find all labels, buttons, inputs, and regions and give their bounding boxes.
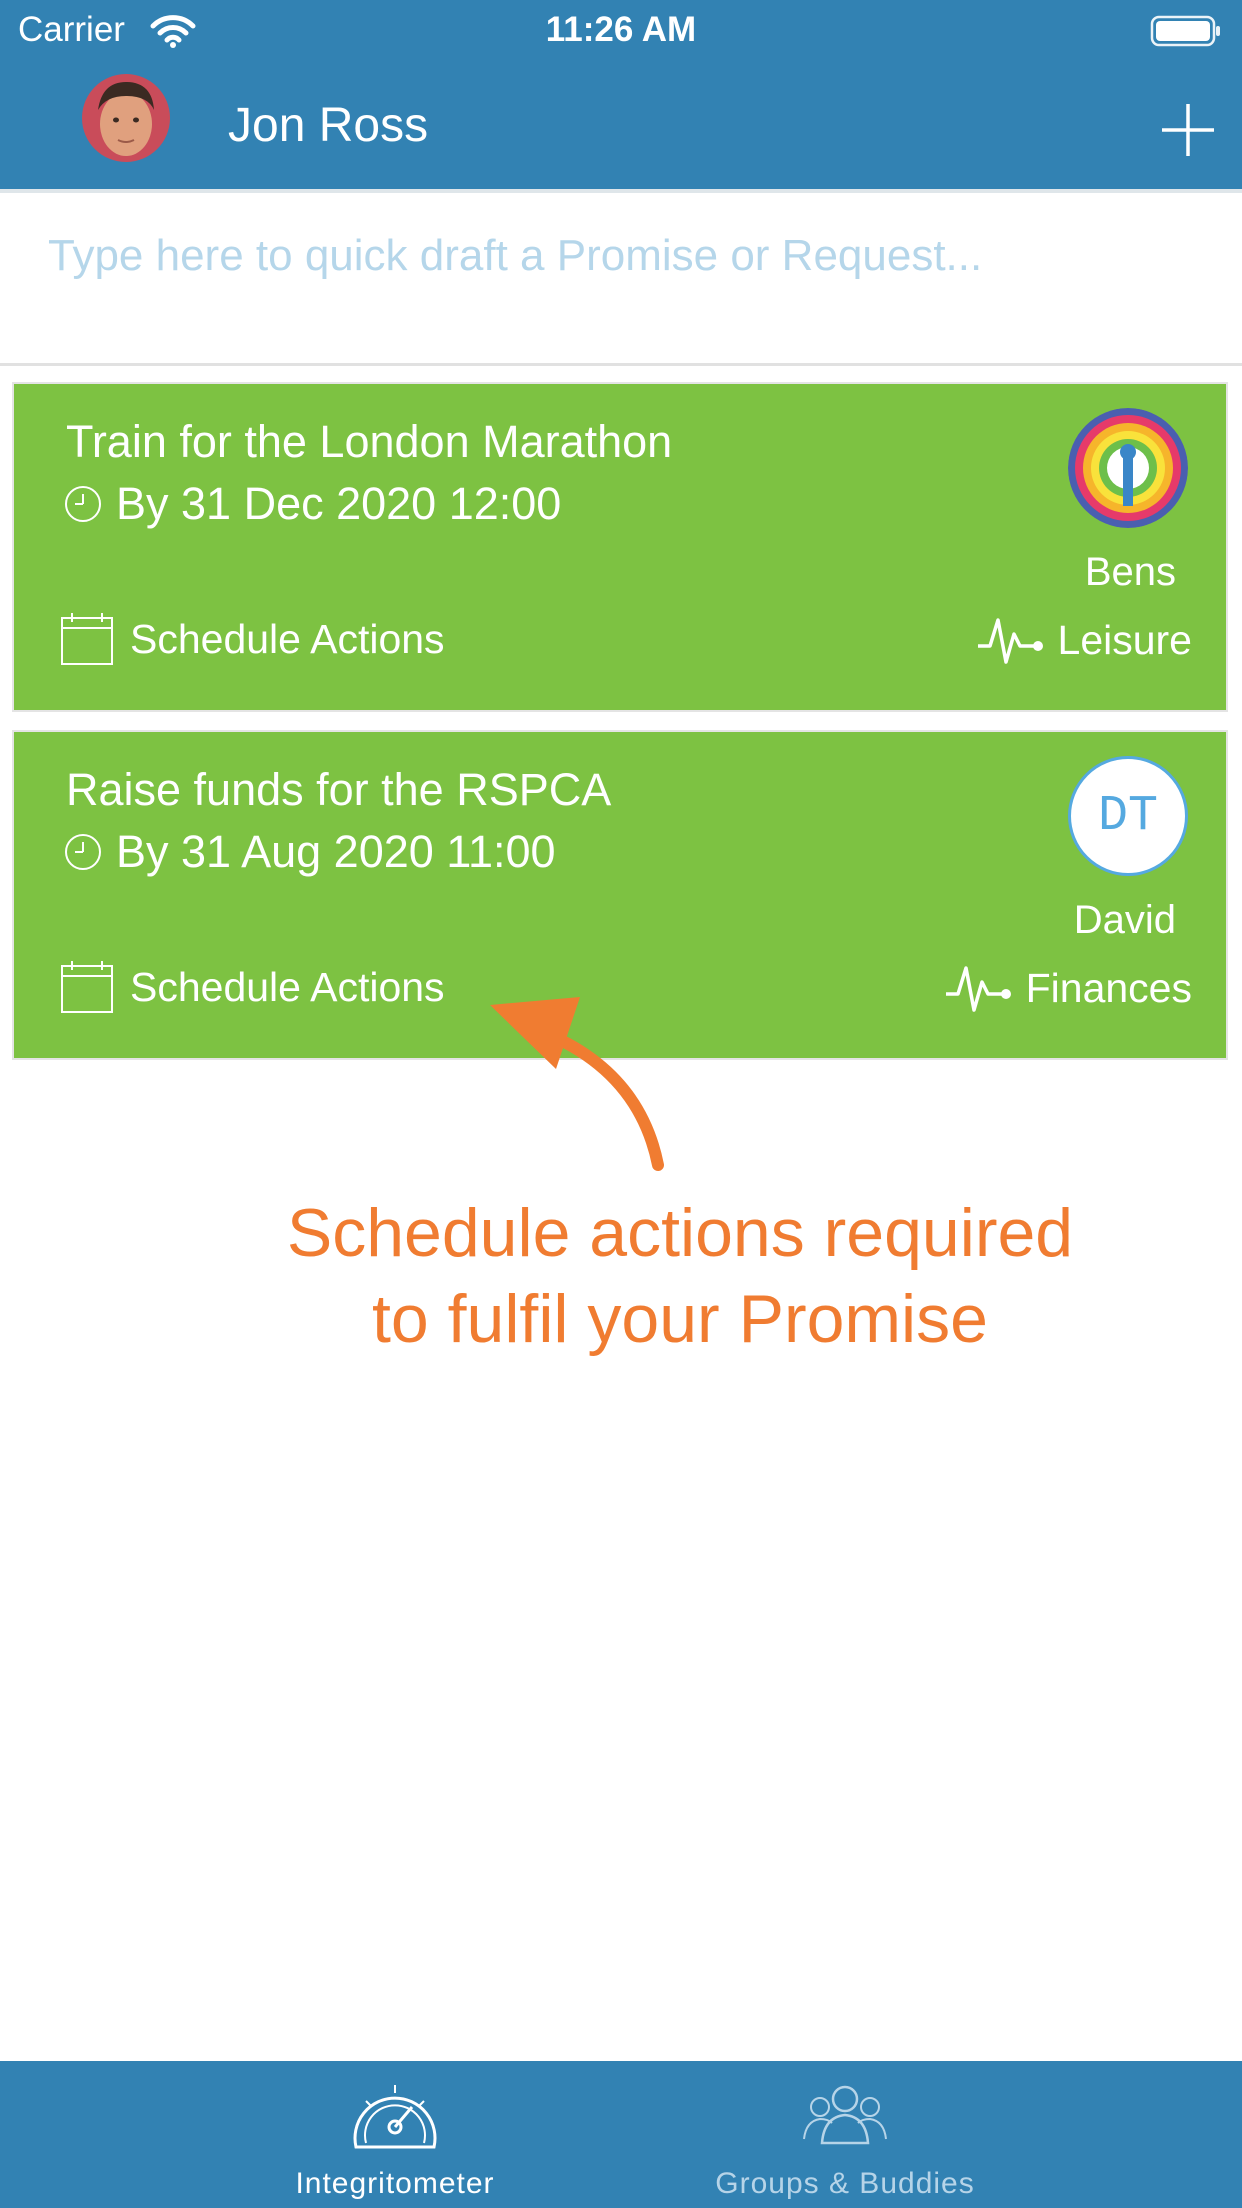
group-icon bbox=[803, 2085, 887, 2145]
tab-label: Groups & Buddies bbox=[715, 2167, 975, 2200]
tab-bar: Integritometer Groups & Buddies bbox=[0, 2061, 1242, 2208]
schedule-actions-label: Schedule Actions bbox=[130, 963, 445, 1010]
status-time: 11:26 AM bbox=[545, 10, 697, 49]
annotation-line-1: Schedule actions required bbox=[286, 1195, 1074, 1271]
quick-draft-area bbox=[0, 193, 1242, 363]
buddy-avatar-initials[interactable]: DT bbox=[1068, 756, 1188, 876]
category-label: Finances bbox=[1025, 964, 1192, 1011]
buddy-name: David bbox=[1073, 898, 1176, 942]
annotation-line-2: to fulfil your Promise bbox=[372, 1281, 988, 1357]
promise-title: Train for the London Marathon bbox=[66, 416, 673, 467]
quick-draft-input[interactable] bbox=[48, 221, 1208, 291]
promise-card-marathon[interactable]: Train for the London Marathon By 31 Dec … bbox=[12, 382, 1228, 712]
promise-category: Finances bbox=[944, 960, 1192, 1016]
battery-icon bbox=[1150, 15, 1220, 47]
draft-divider bbox=[0, 363, 1242, 366]
pulse-icon bbox=[977, 618, 1043, 664]
tab-groups-buddies[interactable]: Groups & Buddies bbox=[645, 2061, 1045, 2208]
tab-integritometer[interactable]: Integritometer bbox=[195, 2061, 595, 2208]
pulse-icon bbox=[945, 966, 1011, 1012]
promise-title: Raise funds for the RSPCA bbox=[66, 764, 612, 815]
buddy-name: Bens bbox=[1084, 550, 1176, 594]
calendar-icon bbox=[61, 613, 113, 665]
schedule-actions-button[interactable]: Schedule Actions bbox=[60, 960, 445, 1014]
user-avatar[interactable] bbox=[82, 74, 170, 162]
promise-due: By 31 Aug 2020 11:00 bbox=[64, 826, 556, 878]
schedule-actions-label: Schedule Actions bbox=[130, 615, 445, 662]
promise-due-text: By 31 Aug 2020 11:00 bbox=[116, 826, 556, 877]
add-promise-button[interactable] bbox=[1158, 100, 1218, 160]
app-header: Carrier 11:26 AM Jon Ross bbox=[0, 0, 1242, 189]
annotation-arrow-icon bbox=[490, 997, 664, 1171]
user-name[interactable]: Jon Ross bbox=[228, 98, 428, 153]
user-avatar-icon bbox=[82, 74, 170, 162]
promise-due: By 31 Dec 2020 12:00 bbox=[64, 478, 561, 530]
clock-icon bbox=[65, 486, 101, 522]
tab-label: Integritometer bbox=[295, 2167, 495, 2200]
buddy-avatar-rainbow[interactable] bbox=[1068, 408, 1188, 528]
calendar-icon bbox=[61, 961, 113, 1013]
annotation-callout: Schedule actions required to fulfil your… bbox=[180, 1190, 1180, 1362]
promise-category: Leisure bbox=[976, 612, 1192, 668]
schedule-actions-button[interactable]: Schedule Actions bbox=[60, 612, 445, 666]
promise-due-text: By 31 Dec 2020 12:00 bbox=[116, 478, 562, 529]
speedometer-icon bbox=[353, 2085, 437, 2149]
category-label: Leisure bbox=[1057, 616, 1192, 663]
clock-icon bbox=[65, 834, 101, 870]
